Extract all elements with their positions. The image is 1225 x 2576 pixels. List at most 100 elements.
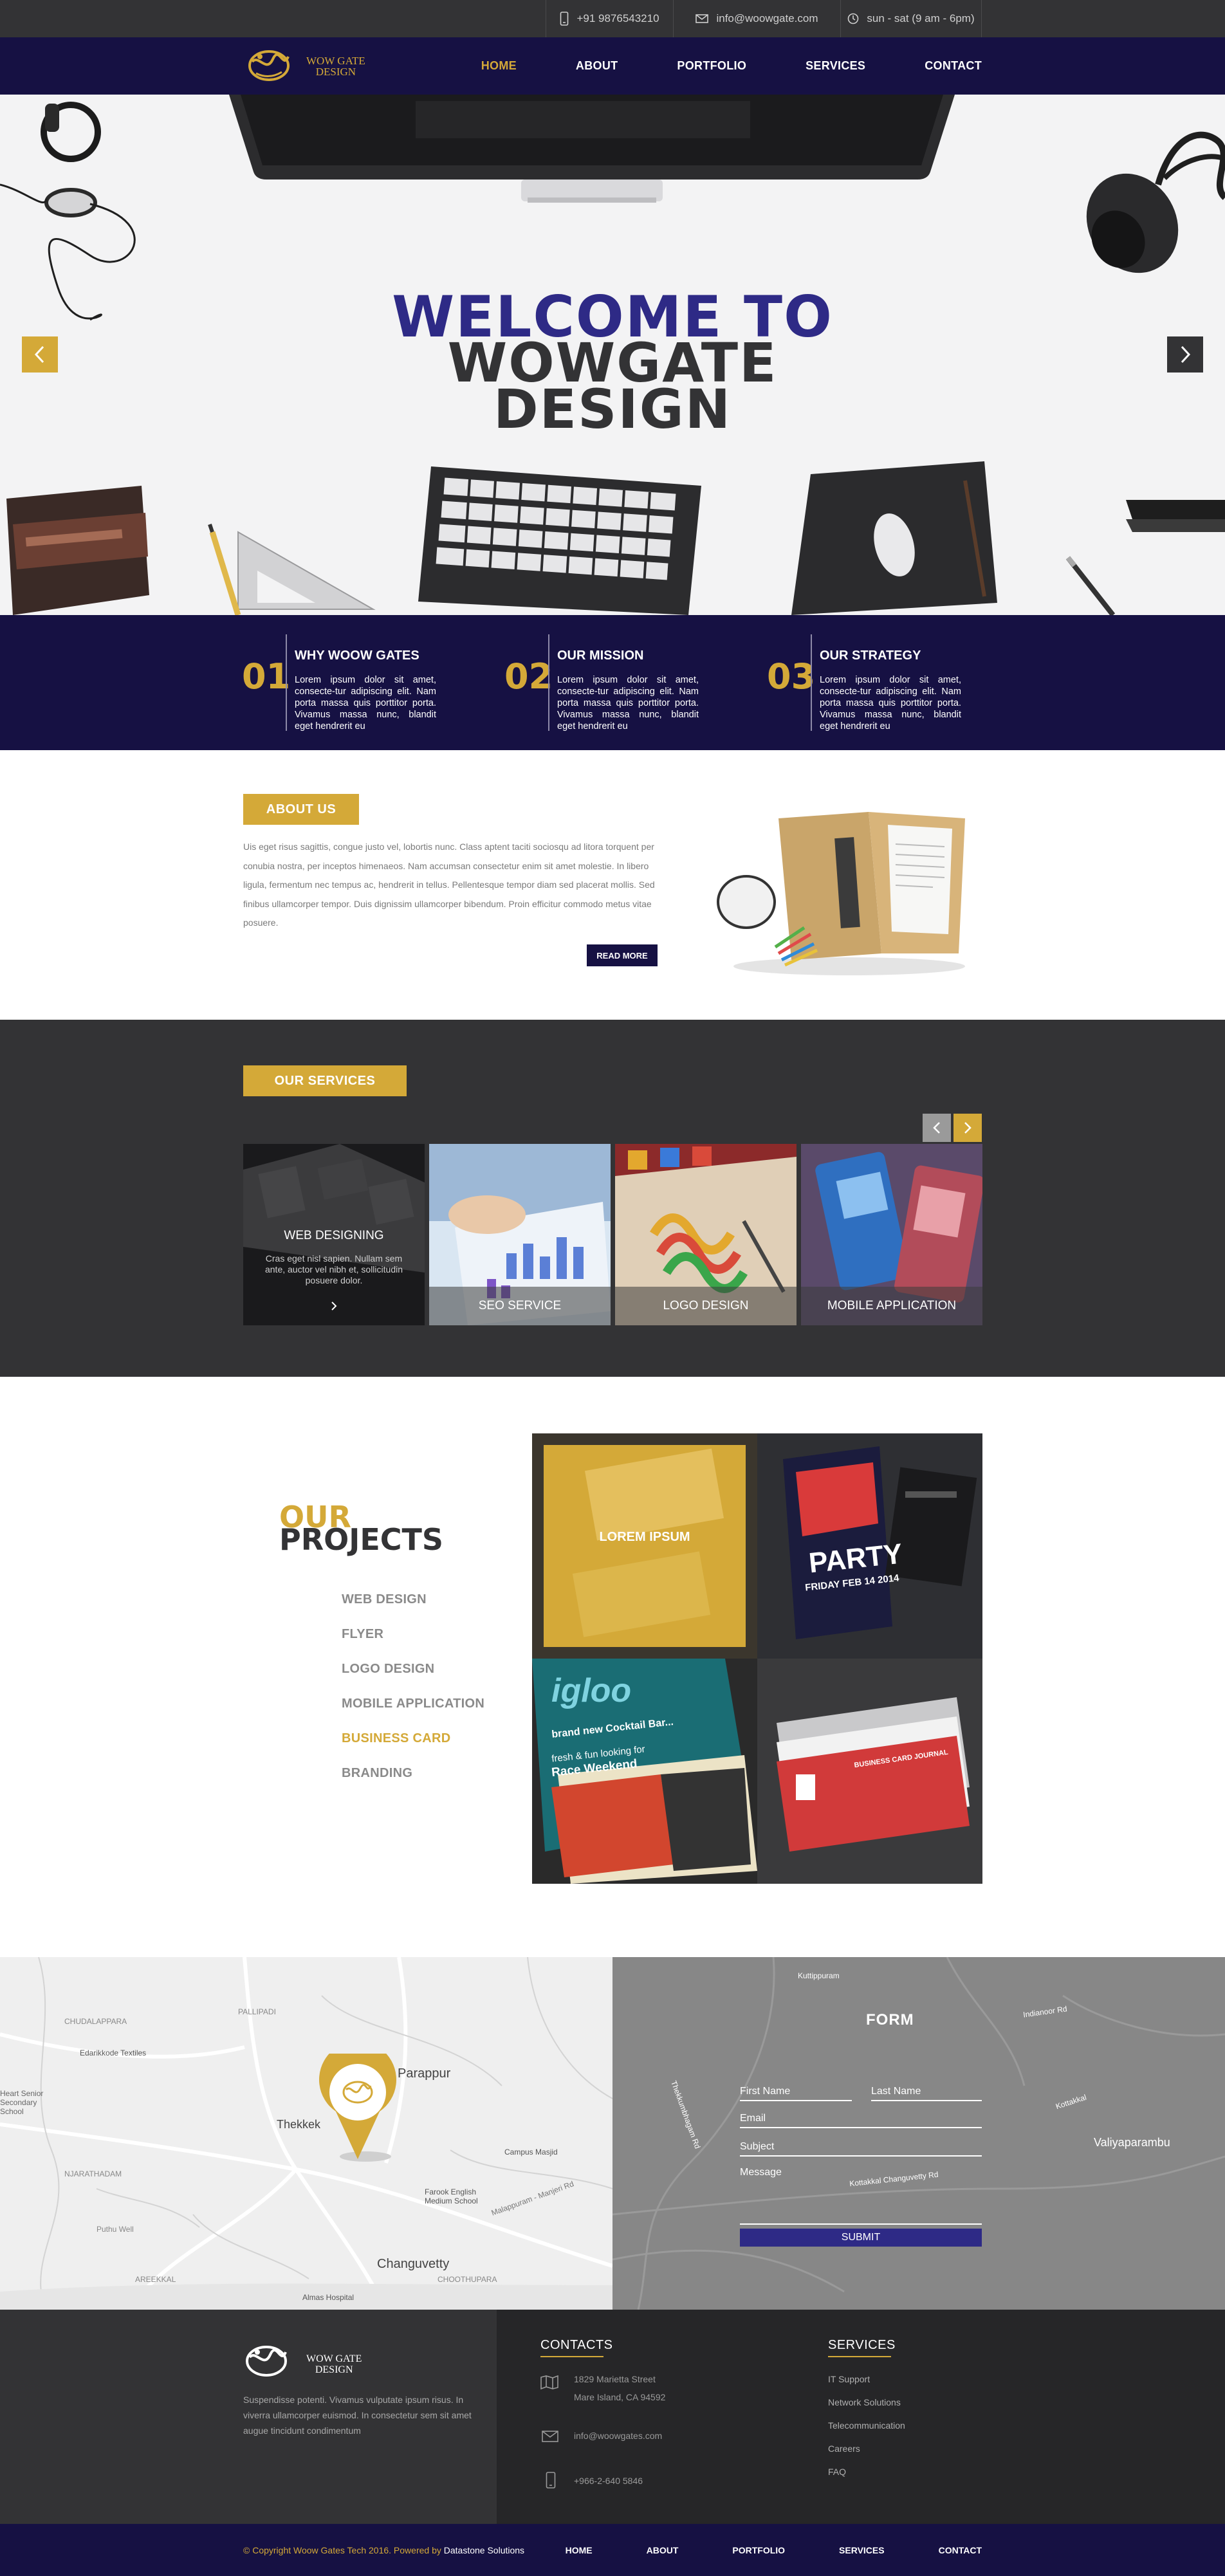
submit-button[interactable]: SUBMIT xyxy=(740,2229,982,2247)
footer-links-panel: CONTACTS 1829 Marietta Street Mare Islan… xyxy=(497,2310,1225,2524)
nav-contact[interactable]: CONTACT xyxy=(925,59,982,73)
feature-divider xyxy=(286,634,287,731)
footer-service-link[interactable]: Telecommunication xyxy=(828,2418,905,2433)
map-label: Almas Hospital xyxy=(302,2293,355,2302)
email-field[interactable]: Email xyxy=(740,2113,982,2128)
subject-field[interactable]: Subject xyxy=(740,2141,982,2157)
service-title: MOBILE APPLICATION xyxy=(801,1287,982,1325)
projects-filter-branding[interactable]: BRANDING xyxy=(342,1766,412,1781)
wow-gate-logo-mark xyxy=(248,50,290,81)
feature-divider xyxy=(811,634,812,731)
logo-text-line1: WOW GATE xyxy=(306,55,365,67)
services-prev-button[interactable] xyxy=(923,1114,951,1142)
footer-about-text: Suspendisse potenti. Vivamus vulputate i… xyxy=(243,2395,472,2436)
wallet-illustration xyxy=(6,486,149,615)
projects-filter-flyer[interactable]: FLYER xyxy=(342,1627,383,1642)
bottom-nav-services[interactable]: SERVICES xyxy=(839,2545,885,2555)
footer-services-underline xyxy=(828,2356,891,2357)
footer-logo-mark[interactable] xyxy=(241,2338,292,2384)
map-label: Parappur xyxy=(398,2066,451,2081)
about-badge: ABOUT US xyxy=(243,794,359,825)
nav-services[interactable]: SERVICES xyxy=(806,59,865,73)
feature-title: OUR MISSION xyxy=(557,649,644,663)
service-title: SEO SERVICE xyxy=(429,1287,611,1325)
topbar-phone[interactable]: +91 9876543210 xyxy=(546,0,673,37)
bottom-nav-about[interactable]: ABOUT xyxy=(647,2545,679,2555)
feature-number: 01 xyxy=(242,656,291,697)
last-name-field[interactable]: Last Name xyxy=(871,2086,982,2101)
projects-filter-mobile-application[interactable]: MOBILE APPLICATION xyxy=(342,1697,484,1711)
bottom-nav-contact[interactable]: CONTACT xyxy=(939,2545,982,2555)
footer-service-link[interactable]: Careers xyxy=(828,2441,860,2456)
map-label: Thekkek xyxy=(277,2118,321,2131)
footer-logo-text: WOW GATE DESIGN xyxy=(306,2353,362,2375)
nav-about[interactable]: ABOUT xyxy=(576,59,618,73)
top-info-bar: +91 9876543210 info@woowgate.com sun - s… xyxy=(0,0,1225,37)
projects-filter-logo-design[interactable]: LOGO DESIGN xyxy=(342,1662,434,1677)
service-card-logo[interactable]: LOGO DESIGN xyxy=(615,1144,797,1325)
site-logo[interactable]: WOW GATE DESIGN xyxy=(243,42,385,89)
copyright: © Copyright Woow Gates Tech 2016. Powere… xyxy=(243,2524,524,2576)
project-tile-3[interactable]: igloo brand new Cocktail Bar... fresh & … xyxy=(532,1659,757,1884)
topbar-hours-text: sun - sat (9 am - 6pm) xyxy=(867,12,975,24)
hero-prev-button[interactable] xyxy=(22,336,58,373)
projects-filter-business-card[interactable]: BUSINESS CARD xyxy=(342,1731,450,1746)
service-text: Cras eget nisl sapien. Nullam sem ante, … xyxy=(264,1253,403,1285)
read-more-button[interactable]: READ MORE xyxy=(587,944,658,966)
service-card-web-designing[interactable]: WEB DESIGNING Cras eget nisl sapien. Nul… xyxy=(243,1144,425,1325)
map-label: Kuttippuram xyxy=(798,1971,840,1980)
topbar-email[interactable]: info@woowgate.com xyxy=(673,0,840,37)
feature-text: Lorem ipsum dolor sit amet, consecte-tur… xyxy=(820,675,961,731)
stationery-illustration xyxy=(717,812,965,975)
projects-filter-web-design[interactable]: WEB DESIGN xyxy=(342,1592,427,1607)
footer-contacts-underline xyxy=(540,2356,603,2357)
map-label: Campus Masjid xyxy=(504,2148,558,2157)
nav-portfolio[interactable]: PORTFOLIO xyxy=(677,59,746,73)
stapler-illustration xyxy=(1065,500,1225,615)
services-badge: OUR SERVICES xyxy=(243,1065,407,1096)
feature-strategy: 03 OUR STRATEGY Lorem ipsum dolor sit am… xyxy=(767,634,986,731)
message-field[interactable]: Message xyxy=(740,2167,982,2225)
map-label: AREEKKAL xyxy=(135,2275,176,2284)
footer-service-link[interactable]: FAQ xyxy=(828,2464,846,2479)
services-next-button[interactable] xyxy=(953,1114,982,1142)
map-label: Farook English Medium School xyxy=(425,2187,478,2205)
form-map-background xyxy=(612,1957,1225,2310)
bottom-nav-portfolio[interactable]: PORTFOLIO xyxy=(732,2545,785,2555)
chevron-right-icon xyxy=(964,1122,972,1134)
chevron-left-icon xyxy=(34,345,44,363)
service-card-seo[interactable]: SEO SERVICE xyxy=(429,1144,611,1325)
site-footer: WOW GATE DESIGN Suspendisse potenti. Viv… xyxy=(0,2310,1225,2524)
project-tile-2[interactable]: PARTY FRIDAY FEB 14 2014 xyxy=(757,1433,982,1659)
map-label: Changuvetty xyxy=(377,2257,450,2271)
feature-text: Lorem ipsum dolor sit amet, consecte-tur… xyxy=(295,675,436,731)
map-location-icon xyxy=(540,2375,558,2389)
copyright-text: © Copyright Woow Gates Tech 2016. Powere… xyxy=(243,2544,441,2555)
feature-divider xyxy=(548,634,549,731)
first-name-field[interactable]: First Name xyxy=(740,2086,852,2101)
map-pin-icon[interactable] xyxy=(317,2054,399,2163)
monitor-illustration xyxy=(229,95,955,203)
footer-phone[interactable]: +966-2-640 5846 xyxy=(574,2473,643,2489)
feature-mission: 02 OUR MISSION Lorem ipsum dolor sit ame… xyxy=(504,634,723,731)
footer-about-panel: WOW GATE DESIGN Suspendisse potenti. Viv… xyxy=(0,2310,497,2524)
location-map[interactable]: CHUDALAPPARA PALLIPADI Edarikkode Textil… xyxy=(0,1957,612,2310)
footer-service-link[interactable]: IT Support xyxy=(828,2371,870,2387)
project-tile-4[interactable]: BUSINESS CARD JOURNAL xyxy=(757,1659,982,1884)
nav-home[interactable]: HOME xyxy=(481,59,517,73)
map-label: Heart Senior Secondary School xyxy=(0,2089,44,2116)
footer-address-line2: Mare Island, CA 94592 xyxy=(574,2392,666,2402)
mobile-phone-icon xyxy=(560,12,569,26)
chevron-left-icon xyxy=(933,1122,940,1134)
hero-next-button[interactable] xyxy=(1167,336,1203,373)
map-label: Puthu Well xyxy=(97,2225,134,2234)
bottom-nav-home[interactable]: HOME xyxy=(566,2545,593,2555)
service-more-icon[interactable] xyxy=(327,1300,340,1316)
topbar-email-text: info@woowgate.com xyxy=(716,12,818,24)
footer-service-link[interactable]: Network Solutions xyxy=(828,2395,901,2410)
footer-email[interactable]: info@woowgates.com xyxy=(574,2428,662,2443)
feature-number: 03 xyxy=(767,656,816,697)
project-tile-1[interactable]: LOREM IPSUM xyxy=(532,1433,757,1659)
footer-logo-line1: WOW GATE xyxy=(306,2353,362,2364)
service-card-mobile[interactable]: MOBILE APPLICATION xyxy=(801,1144,982,1325)
